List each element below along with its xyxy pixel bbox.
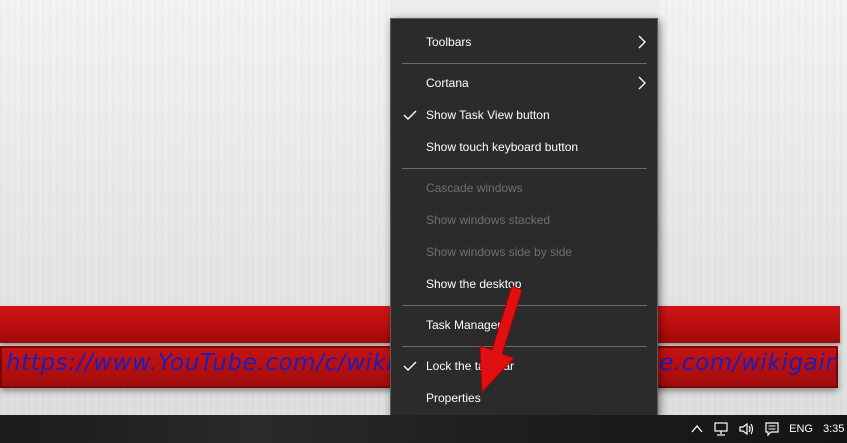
menu-item-label: Show windows stacked — [426, 213, 551, 227]
checkmark-icon — [403, 110, 417, 120]
taskbar-context-menu: Toolbars Cortana Show Task View button S… — [390, 18, 658, 423]
system-tray: ENG 3:35 — [691, 415, 847, 443]
menu-item-label: Show the desktop — [426, 277, 522, 291]
menu-separator — [402, 346, 647, 347]
menu-item-label: Task Manager — [426, 318, 502, 332]
menu-separator — [402, 305, 647, 306]
taskbar: ENG 3:35 — [0, 415, 847, 443]
menu-item-lock-taskbar[interactable]: Lock the taskbar — [391, 351, 657, 381]
menu-item-label: Show touch keyboard button — [426, 140, 579, 154]
banner-url-text-right: be.com/wikigain — [644, 350, 838, 376]
menu-item-show-touch-keyboard[interactable]: Show touch keyboard button — [391, 132, 657, 162]
banner-url-text: https://www.YouTube.com/c/wikigain — [6, 350, 446, 376]
menu-item-label: Lock the taskbar — [426, 359, 515, 373]
chevron-right-icon — [638, 35, 646, 49]
notification-icon[interactable] — [765, 422, 779, 436]
menu-separator — [402, 63, 647, 64]
menu-item-label: Properties — [426, 391, 481, 405]
language-indicator[interactable]: ENG — [789, 423, 813, 435]
menu-separator — [402, 168, 647, 169]
checkmark-icon — [403, 361, 417, 371]
menu-item-toolbars[interactable]: Toolbars — [391, 27, 657, 57]
menu-item-cortana[interactable]: Cortana — [391, 68, 657, 98]
menu-item-label: Toolbars — [426, 35, 472, 49]
menu-item-show-desktop[interactable]: Show the desktop — [391, 269, 657, 299]
menu-item-show-windows-stacked[interactable]: Show windows stacked — [391, 205, 657, 235]
menu-item-label: Cascade windows — [426, 181, 523, 195]
chevron-right-icon — [638, 76, 646, 90]
chevron-up-icon[interactable] — [691, 423, 703, 435]
menu-item-properties[interactable]: Properties — [391, 383, 657, 413]
menu-top-strip — [390, 0, 658, 18]
menu-item-cascade-windows[interactable]: Cascade windows — [391, 173, 657, 203]
volume-icon[interactable] — [739, 422, 755, 436]
network-icon[interactable] — [713, 422, 729, 436]
menu-item-label: Show Task View button — [426, 108, 550, 122]
menu-item-show-windows-side-by-side[interactable]: Show windows side by side — [391, 237, 657, 267]
menu-item-label: Cortana — [426, 76, 469, 90]
clock[interactable]: 3:35 — [823, 423, 847, 435]
menu-item-show-task-view[interactable]: Show Task View button — [391, 100, 657, 130]
menu-item-task-manager[interactable]: Task Manager — [391, 310, 657, 340]
menu-item-label: Show windows side by side — [426, 245, 573, 259]
